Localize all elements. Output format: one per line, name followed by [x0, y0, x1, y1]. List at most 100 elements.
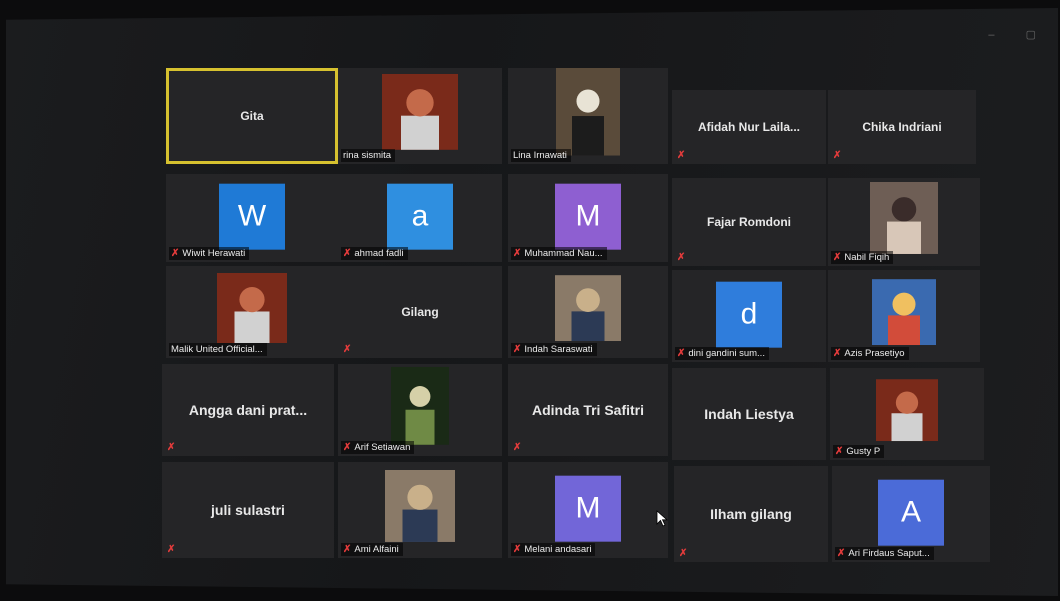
participant-name: Adinda Tri Safitri [531, 402, 644, 418]
microphone-muted-icon: ✗ [677, 348, 686, 359]
participant-name: Nabil Fiqih [844, 252, 890, 263]
participant-name-label: ✗ Wiwit Herawati [169, 247, 250, 260]
participant-video [555, 275, 621, 346]
participant-name-label: ✗ Gusty P [833, 445, 885, 458]
participant-name: Melani andasari [524, 544, 592, 555]
microphone-muted-icon: ✗ [167, 544, 176, 555]
participant-tile[interactable]: Malik United Official... [166, 266, 338, 358]
participant-name-label: ✗ ahmad fadli [341, 247, 408, 260]
microphone-muted-icon: ✗ [837, 548, 846, 559]
participant-tile[interactable]: Fajar Romdoni ✗ [672, 178, 826, 266]
microphone-muted-icon: ✗ [835, 446, 844, 457]
participant-video [870, 181, 938, 259]
participant-tile[interactable]: Gita [166, 68, 338, 164]
microphone-muted-icon: ✗ [513, 248, 522, 259]
participant-name: Chika Indriani [862, 120, 942, 134]
participant-name: Afidah Nur Laila... [697, 120, 800, 134]
participant-video [556, 68, 620, 161]
participant-name: Ari Firdaus Saput... [848, 548, 930, 559]
participant-name-label: ✗ Arif Setiawan [341, 441, 415, 454]
avatar: d [716, 281, 782, 348]
participant-tile[interactable]: ✗ Indah Saraswati [508, 266, 668, 358]
participant-tile[interactable]: a ✗ ahmad fadli [338, 174, 502, 262]
participant-name: Wiwit Herawati [182, 248, 246, 259]
participant-tile[interactable]: Lina Irnawati [508, 68, 668, 164]
microphone-muted-icon: ✗ [677, 252, 686, 263]
participant-tile[interactable]: juli sulastri ✗ [162, 462, 334, 558]
participant-name: Muhammad Nau... [524, 248, 603, 259]
microphone-muted-icon: ✗ [171, 248, 180, 259]
participant-tile[interactable]: Angga dani prat... ✗ [162, 364, 334, 456]
participant-video [876, 379, 938, 446]
participant-name: Gita [240, 109, 264, 123]
participant-tile[interactable]: W ✗ Wiwit Herawati [166, 174, 338, 262]
microphone-muted-icon: ✗ [513, 544, 522, 555]
microphone-muted-icon: ✗ [833, 252, 842, 263]
participant-tile[interactable]: Afidah Nur Laila... ✗ [672, 90, 826, 164]
microphone-muted-icon: ✗ [343, 248, 352, 259]
participant-tile[interactable]: Gilang ✗ [338, 266, 502, 358]
participant-tile[interactable]: rina sismita [338, 68, 502, 164]
microphone-muted-icon: ✗ [343, 344, 352, 355]
participant-tile[interactable]: ✗ Nabil Fiqih [828, 178, 980, 266]
participant-name: juli sulastri [211, 502, 285, 518]
avatar: M [555, 475, 621, 542]
participant-name-label: ✗ Melani andasari [511, 543, 596, 556]
participant-tile[interactable]: d ✗ dini gandini sum... [672, 270, 826, 362]
participant-name: Fajar Romdoni [706, 215, 791, 229]
participant-tile[interactable]: Chika Indriani ✗ [828, 90, 976, 164]
participant-name: Azis Prasetiyo [844, 348, 905, 359]
participant-name-label: ✗ Indah Saraswati [511, 343, 597, 356]
avatar: a [387, 183, 453, 250]
participant-name-label: ✗ Nabil Fiqih [831, 251, 894, 264]
participant-name: Indah Saraswati [524, 344, 593, 355]
participant-name: Gilang [401, 305, 439, 319]
participant-name-label: ✗ Ari Firdaus Saput... [835, 547, 934, 560]
participant-name: Angga dani prat... [188, 402, 308, 418]
participant-name: Indah Liestya [704, 406, 794, 422]
avatar: A [878, 479, 944, 546]
participant-tile[interactable]: ✗ Arif Setiawan [338, 364, 502, 456]
participant-tile[interactable]: Ilham gilang ✗ [674, 466, 828, 562]
participant-name-label: ✗ Azis Prasetiyo [831, 347, 909, 360]
microphone-muted-icon: ✗ [343, 544, 352, 555]
participant-name: Gusty P [846, 446, 881, 457]
participant-name-label: rina sismita [341, 149, 396, 162]
mouse-cursor-icon [656, 510, 669, 527]
microphone-muted-icon: ✗ [679, 548, 688, 559]
participant-name-label: Malik United Official... [169, 343, 267, 356]
participant-gallery: Gita rina sismita Lina Irnawati Afidah Nur … [0, 0, 1060, 601]
participant-name: Ami Alfaini [354, 544, 399, 555]
participant-tile[interactable]: A ✗ Ari Firdaus Saput... [832, 466, 990, 562]
participant-tile[interactable]: ✗ Azis Prasetiyo [828, 270, 980, 362]
avatar: W [219, 183, 285, 250]
participant-video [391, 366, 449, 450]
participant-name: Malik United Official... [171, 344, 263, 355]
participant-name: Arif Setiawan [354, 442, 411, 453]
participant-name-label: Lina Irnawati [511, 149, 571, 162]
participant-name-label: ✗ dini gandini sum... [675, 347, 769, 360]
microphone-muted-icon: ✗ [833, 348, 842, 359]
participant-name: ahmad fadli [354, 248, 404, 259]
participant-name: Lina Irnawati [513, 150, 567, 161]
participant-name-label: ✗ Ami Alfaini [341, 543, 403, 556]
participant-tile[interactable]: ✗ Gusty P [830, 368, 984, 460]
participant-tile[interactable]: M ✗ Melani andasari [508, 462, 668, 558]
participant-name: Ilham gilang [710, 506, 792, 522]
microphone-muted-icon: ✗ [167, 442, 176, 453]
participant-tile[interactable]: Indah Liestya [672, 368, 826, 460]
microphone-muted-icon: ✗ [677, 150, 686, 161]
participant-video [872, 279, 936, 350]
avatar: M [555, 183, 621, 250]
participant-tile[interactable]: Adinda Tri Safitri ✗ [508, 364, 668, 456]
participant-name: dini gandini sum... [688, 348, 765, 359]
participant-tile[interactable]: M ✗ Muhammad Nau... [508, 174, 668, 262]
participant-video [385, 469, 455, 547]
participant-video [217, 273, 287, 348]
participant-name: rina sismita [343, 150, 392, 161]
participant-tile[interactable]: ✗ Ami Alfaini [338, 462, 502, 558]
microphone-muted-icon: ✗ [833, 150, 842, 161]
microphone-muted-icon: ✗ [513, 344, 522, 355]
microphone-muted-icon: ✗ [513, 442, 522, 453]
participant-name-label: ✗ Muhammad Nau... [511, 247, 607, 260]
